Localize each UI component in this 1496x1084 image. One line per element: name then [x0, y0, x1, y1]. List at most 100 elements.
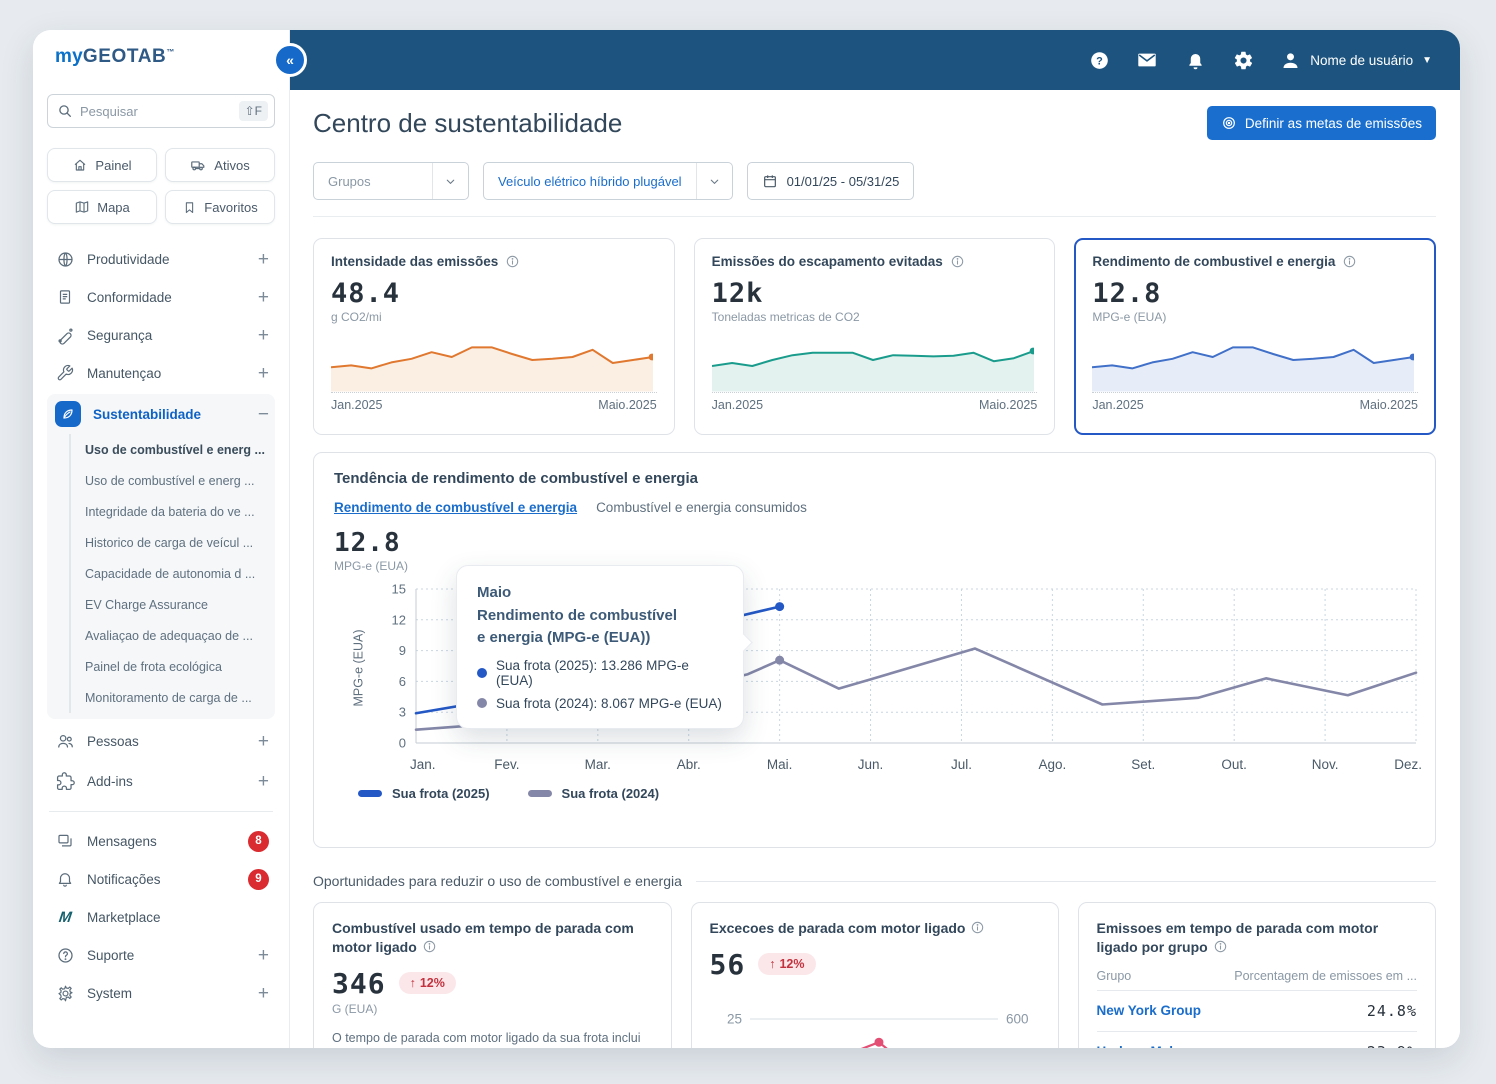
info-icon[interactable]	[1213, 939, 1228, 954]
kpi-card-tailpipe-emissions-avoided[interactable]: Emissões do escapamento evitadas 12k Ton…	[693, 238, 1056, 435]
sidebar-item-produtividade[interactable]: Produtividade +	[47, 240, 275, 278]
column-header-group: Grupo	[1096, 968, 1132, 983]
logo-geotab: GEOTAB	[82, 46, 167, 67]
trend-chart-card: Tendência de rendimento de combustível e…	[313, 452, 1436, 848]
kpi-row: Intensidade das emissões 48.4 g CO2/mi J…	[313, 238, 1436, 435]
sidebar-subitem-suitability-assessment[interactable]: Avaliaçao de adequaçao de ...	[69, 620, 275, 651]
idle-exceptions-card: Excecoes de parada com motor ligado 56 ↑…	[690, 902, 1059, 1048]
logo-my: my	[55, 46, 83, 67]
svg-text:25: 25	[726, 1011, 741, 1026]
kpi-card-emissions-intensity[interactable]: Intensidade das emissões 48.4 g CO2/mi J…	[313, 238, 675, 435]
search-input[interactable]	[80, 103, 232, 119]
expand-plus-icon: +	[257, 770, 269, 792]
sidebar-nav: Produtividade + Conformidade + Segurança…	[47, 240, 275, 1012]
dashboard-button[interactable]: Painel	[47, 148, 157, 182]
sidebar-item-suporte[interactable]: Suporte +	[47, 936, 275, 974]
sidebar-item-addins[interactable]: Add-ins +	[47, 761, 275, 801]
map-button[interactable]: Mapa	[47, 190, 157, 224]
sidebar-subitem-fuel-energy-use-1[interactable]: Uso de combustível e energ ...	[69, 434, 275, 465]
assets-button[interactable]: Ativos	[165, 148, 275, 182]
chevron-down-icon	[695, 163, 732, 199]
tooltip-metric: Rendimento de combustível e energia (MPG…	[477, 606, 678, 647]
tab-fuel-energy-consumed[interactable]: Combustível e energia consumidos	[596, 500, 807, 515]
vehicle-type-select[interactable]: Veículo elétrico híbrido plugável	[483, 162, 733, 200]
gear-icon[interactable]	[1232, 49, 1254, 71]
quick-label: Mapa	[97, 199, 130, 215]
sidebar-item-sustentabilidade[interactable]: Sustentabilidade −	[47, 394, 275, 434]
people-icon	[55, 731, 75, 751]
sustainability-group: Sustentabilidade − Uso de combustível e …	[47, 394, 275, 719]
tooltip-row-2024: Sua frota (2024): 8.067 MPG-e (EUA)	[477, 696, 723, 711]
sidebar-item-manutencao[interactable]: Manutençao +	[47, 354, 275, 392]
sidebar-item-pessoas[interactable]: Pessoas +	[47, 721, 275, 761]
svg-text:Set.: Set.	[1131, 757, 1155, 772]
emissions-by-group-table: Grupo Porcentagem de emissoes em ... New…	[1096, 965, 1417, 1048]
chevron-down-icon	[432, 163, 468, 199]
puzzle-icon	[55, 771, 75, 791]
range-start-label: Jan.2025	[711, 398, 764, 412]
svg-text:6: 6	[399, 674, 406, 689]
info-icon[interactable]	[422, 939, 437, 954]
info-icon[interactable]	[505, 254, 520, 269]
sidebar-item-label: Sustentabilidade	[93, 406, 202, 422]
sidebar-subitem-range-capacity[interactable]: Capacidade de autonomia d ...	[69, 558, 275, 589]
sidebar-item-seguranca[interactable]: Segurança +	[47, 316, 275, 354]
group-link[interactable]: New York Group	[1097, 1003, 1202, 1018]
expand-plus-icon: +	[257, 248, 269, 270]
group-link[interactable]: Hudson Malone	[1097, 1044, 1198, 1048]
card-title: Excecoes de parada com motor ligado	[709, 920, 966, 936]
main-area: ? Nome de usuário ▼ Centro de sustentabi…	[290, 30, 1460, 1048]
sidebar-item-system[interactable]: System +	[47, 974, 275, 1012]
legend-item-2024[interactable]: Sua frota (2024)	[527, 786, 659, 801]
sidebar-subitem-charge-history[interactable]: Historico de carga de veícul ...	[69, 527, 275, 558]
messages-icon	[55, 831, 75, 851]
trend-tabs: Rendimento de combustível e energia Comb…	[334, 500, 1415, 515]
bell-icon[interactable]	[1184, 49, 1206, 71]
tooltip-row-2025: Sua frota (2025): 13.286 MPG-e (EUA)	[477, 658, 723, 688]
info-icon[interactable]	[950, 254, 965, 269]
sidebar-item-conformidade[interactable]: Conformidade +	[47, 278, 275, 316]
sidebar-subitem-green-fleet-dashboard[interactable]: Painel de frota ecológica	[69, 651, 275, 682]
sidebar-subitem-battery-health[interactable]: Integridade da bateria do ve ...	[69, 496, 275, 527]
series-dot	[477, 667, 487, 678]
wrench-icon	[55, 363, 75, 383]
mail-icon[interactable]	[1136, 49, 1158, 71]
favorites-button[interactable]: Favoritos	[165, 190, 275, 224]
help-icon[interactable]: ?	[1088, 49, 1110, 71]
sidebar-item-label: Add-ins	[87, 773, 133, 789]
sidebar-item-marketplace[interactable]: M Marketplace	[47, 898, 275, 936]
opportunities-row: Combustível usado em tempo de parada com…	[313, 902, 1436, 1048]
chart-legend: Sua frota (2025) Sua frota (2024)	[334, 786, 1415, 801]
card-value: 56	[709, 947, 746, 981]
bookmark-icon	[186, 201, 194, 213]
sidebar-item-notificacoes[interactable]: Notificações 9	[47, 860, 275, 898]
kpi-title: Rendimento de combustivel e energia	[1092, 254, 1336, 269]
search-box[interactable]: ⇧F	[47, 94, 275, 128]
legend-item-2025[interactable]: Sua frota (2025)	[358, 786, 490, 801]
trend-value: 12.8	[334, 528, 401, 558]
gear-icon	[55, 983, 75, 1003]
sidebar-subitem-ev-charge-assurance[interactable]: EV Charge Assurance	[69, 589, 275, 620]
svg-text:Out.: Out.	[1221, 757, 1247, 772]
subitem-label: Integridade da bateria do ve ...	[85, 504, 255, 519]
svg-text:Mar.: Mar.	[585, 757, 611, 772]
app-window: myGEOTAB™ ⇧F Painel Ativos Mapa Favorito…	[33, 30, 1460, 1048]
kpi-card-fuel-energy-economy[interactable]: Rendimento de combustivel e energia 12.8…	[1074, 238, 1436, 435]
date-range-picker[interactable]: 01/01/25 - 05/31/25	[746, 162, 915, 200]
user-menu[interactable]: Nome de usuário ▼	[1280, 50, 1432, 71]
kpi-value: 48.4	[331, 278, 401, 309]
notifications-count-badge: 9	[248, 868, 269, 890]
sidebar-item-label: System	[87, 985, 133, 1001]
sidebar-collapse-button[interactable]: «	[273, 43, 307, 77]
sidebar-item-mensagens[interactable]: Mensagens 8	[47, 822, 275, 860]
sidebar-subitem-fuel-energy-use-2[interactable]: Uso de combustível e energ ...	[69, 465, 275, 496]
groups-select[interactable]: Grupos	[313, 162, 469, 200]
arrow-up-icon: ↑	[769, 957, 776, 972]
info-icon[interactable]	[1342, 254, 1357, 269]
sidebar-subitem-charge-monitoring[interactable]: Monitoramento de carga de ...	[69, 682, 275, 713]
set-emissions-targets-button[interactable]: Definir as metas de emissões	[1206, 106, 1436, 140]
kpi-value: 12k	[711, 278, 764, 309]
trend-up-badge: ↑ 12%	[758, 953, 816, 976]
info-icon[interactable]	[970, 920, 985, 935]
tab-fuel-energy-economy[interactable]: Rendimento de combustível e energia	[334, 500, 577, 515]
